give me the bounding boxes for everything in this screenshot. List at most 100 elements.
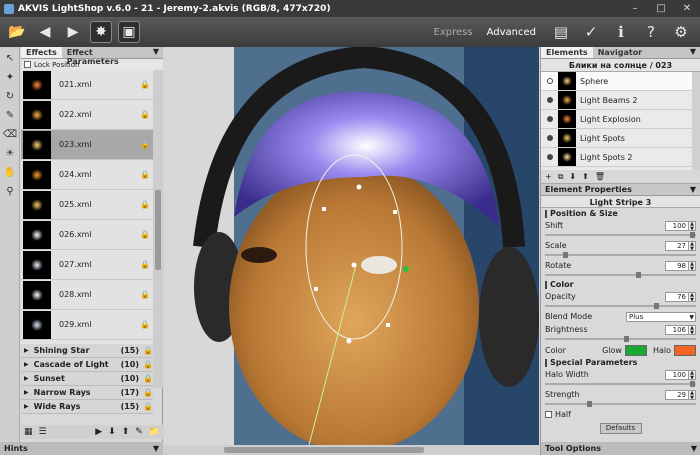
halo-width-input[interactable]: 100 xyxy=(665,369,689,380)
preset-item-selected[interactable]: 023.xml 🔒 xyxy=(21,130,153,160)
delete-icon[interactable]: 🗑 xyxy=(595,172,605,181)
strength-spinner[interactable]: ▲ ▼ xyxy=(689,389,696,400)
undo-button[interactable]: ◀ xyxy=(34,21,56,43)
download-icon[interactable]: ⬇ xyxy=(108,427,116,437)
preset-item[interactable]: 027.xml 🔒 xyxy=(21,250,153,280)
folder-icon[interactable]: 📁 xyxy=(149,427,160,437)
tab-effects[interactable]: Effects xyxy=(21,47,62,58)
group-cascade-of-light[interactable]: ▶ Cascade of Light (10) 🔒 xyxy=(21,358,153,372)
scale-slider[interactable] xyxy=(545,252,696,258)
brightness-spinner[interactable]: ▲ ▼ xyxy=(689,324,696,335)
image-canvas[interactable] xyxy=(164,47,539,445)
halo-width-slider[interactable] xyxy=(545,381,696,387)
glow-color-swatch[interactable] xyxy=(624,344,647,356)
preset-item[interactable]: 025.xml 🔒 xyxy=(21,190,153,220)
rotate-spinner[interactable]: ▲ ▼ xyxy=(689,260,696,271)
defaults-button[interactable]: Defaults xyxy=(599,423,642,434)
sun-tool-icon[interactable]: ☀ xyxy=(2,145,18,161)
halo-color-swatch[interactable] xyxy=(674,344,696,356)
maximize-button[interactable]: □ xyxy=(648,0,674,17)
element-item[interactable]: Light Spots xyxy=(541,129,700,148)
brightness-slider[interactable] xyxy=(545,336,696,342)
layout-icon[interactable]: ▤ xyxy=(550,21,572,43)
preset-item[interactable]: 029.xml 🔒 xyxy=(21,310,153,340)
close-button[interactable]: ✕ xyxy=(674,0,700,17)
group-wide-rays[interactable]: ▶ Wide Rays (15) 🔒 xyxy=(21,400,153,414)
element-item[interactable]: Light Spots 2 xyxy=(541,148,700,167)
zoom-tool-icon[interactable]: ⚲ xyxy=(2,183,18,199)
tab-navigator[interactable]: Navigator xyxy=(593,47,647,58)
help-icon[interactable]: ? xyxy=(640,21,662,43)
scale-spinner[interactable]: ▲ ▼ xyxy=(689,240,696,251)
tool-options-bar[interactable]: Tool Options ▼ xyxy=(541,442,700,455)
apply-check-icon[interactable]: ✓ xyxy=(580,21,602,43)
rotate-tool-icon[interactable]: ↻ xyxy=(2,88,18,104)
tab-elements[interactable]: Elements xyxy=(541,47,593,58)
add-element-icon[interactable]: + xyxy=(545,172,552,181)
hand-tool-icon[interactable]: ✋ xyxy=(2,164,18,180)
run-effect-button[interactable]: ✸ xyxy=(90,21,112,43)
visibility-dot-icon[interactable] xyxy=(547,78,553,84)
strength-input[interactable]: 29 xyxy=(665,389,689,400)
settings-gear-icon[interactable]: ⚙ xyxy=(670,21,692,43)
eraser-tool-icon[interactable]: ⌫ xyxy=(2,126,18,142)
preset-item[interactable]: 026.xml 🔒 xyxy=(21,220,153,250)
opacity-spinner[interactable]: ▲ ▼ xyxy=(689,291,696,302)
element-properties-bar[interactable]: Element Properties ▼ xyxy=(541,184,700,196)
brightness-input[interactable]: 106 xyxy=(665,324,689,335)
hints-bar[interactable]: Hints ▼ xyxy=(0,442,163,455)
element-item[interactable]: Sphere xyxy=(541,72,700,91)
redo-button[interactable]: ▶ xyxy=(62,21,84,43)
element-item[interactable]: Light Explosion xyxy=(541,110,700,129)
preset-item[interactable]: 021.xml 🔒 xyxy=(21,70,153,100)
visibility-dot-icon[interactable] xyxy=(547,135,553,141)
panel-menu-icon[interactable]: ▼ xyxy=(149,47,163,58)
group-sunset[interactable]: ▶ Sunset (10) 🔒 xyxy=(21,372,153,386)
preset-item[interactable]: 024.xml 🔒 xyxy=(21,160,153,190)
shift-input[interactable]: 100 xyxy=(665,220,689,231)
preset-item[interactable]: 028.xml 🔒 xyxy=(21,280,153,310)
select-tool-icon[interactable]: ↖ xyxy=(2,50,18,66)
duplicate-icon[interactable]: ⧉ xyxy=(558,172,564,182)
info-icon[interactable]: ℹ xyxy=(610,21,632,43)
scale-input[interactable]: 27 xyxy=(665,240,689,251)
move-tool-icon[interactable]: ✦ xyxy=(2,69,18,85)
rename-icon[interactable]: ✎ xyxy=(135,427,143,437)
opacity-input[interactable]: 76 xyxy=(665,291,689,302)
visibility-dot-icon[interactable] xyxy=(547,154,553,160)
preview-button[interactable]: ▣ xyxy=(118,21,140,43)
move-down-icon[interactable]: ⬇ xyxy=(569,172,576,181)
preset-list-scrollbar[interactable] xyxy=(153,70,163,388)
lock-position-checkbox[interactable] xyxy=(24,61,31,68)
visibility-dot-icon[interactable] xyxy=(547,97,553,103)
list-view-icon[interactable]: ☰ xyxy=(39,427,47,437)
blend-mode-select[interactable]: Plus ▼ xyxy=(626,311,696,322)
shift-spinner[interactable]: ▲ ▼ xyxy=(689,220,696,231)
visibility-dot-icon[interactable] xyxy=(547,116,553,122)
brush-tool-icon[interactable]: ✎ xyxy=(2,107,18,123)
tab-effect-parameters[interactable]: Effect Parameters xyxy=(62,47,149,66)
open-file-button[interactable]: 📂 xyxy=(6,21,28,43)
element-list-scrollbar[interactable] xyxy=(692,72,700,170)
upload-icon[interactable]: ⬆ xyxy=(122,427,130,437)
rotate-input[interactable]: 98 xyxy=(665,260,689,271)
shift-slider[interactable] xyxy=(545,232,696,238)
grid-view-icon[interactable]: ▦ xyxy=(24,427,33,437)
play-icon[interactable]: ▶ xyxy=(95,427,102,437)
element-item[interactable]: Light Beams 2 xyxy=(541,91,700,110)
move-up-icon[interactable]: ⬆ xyxy=(582,172,589,181)
halo-width-spinner[interactable]: ▲ ▼ xyxy=(689,369,696,380)
canvas-horizontal-scrollbar[interactable] xyxy=(164,445,539,455)
opacity-slider[interactable] xyxy=(545,303,696,309)
panel-menu-icon[interactable]: ▼ xyxy=(686,47,700,58)
express-mode-button[interactable]: Express xyxy=(434,27,473,38)
rotate-slider[interactable] xyxy=(545,272,696,278)
minimize-button[interactable]: – xyxy=(622,0,648,17)
advanced-mode-button[interactable]: Advanced xyxy=(487,27,536,38)
preset-item[interactable]: 022.xml 🔒 xyxy=(21,100,153,130)
half-checkbox[interactable] xyxy=(545,411,552,418)
group-narrow-rays[interactable]: ▶ Narrow Rays (17) 🔒 xyxy=(21,386,153,400)
strength-slider[interactable] xyxy=(545,401,696,407)
group-shining-star[interactable]: ▶ Shining Star (15) 🔒 xyxy=(21,344,153,358)
strength-label: Strength xyxy=(545,390,580,399)
